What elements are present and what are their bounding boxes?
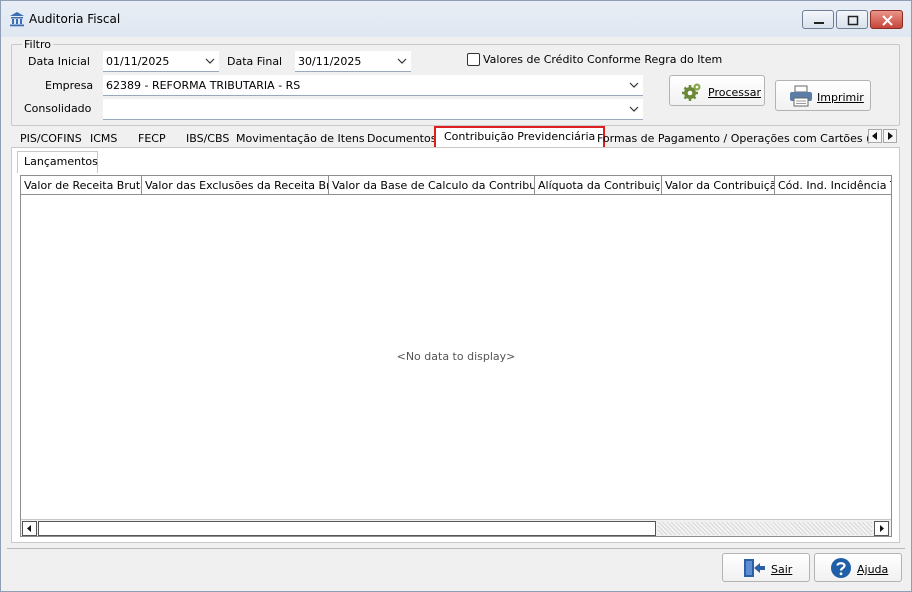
data-final-label: Data Final bbox=[227, 55, 283, 68]
subtab-lancamentos[interactable]: Lançamentos bbox=[17, 151, 98, 173]
subtab-lancamentos-label: Lançamentos bbox=[24, 155, 98, 168]
minimize-button[interactable] bbox=[802, 10, 834, 29]
tab-strip: PIS/COFINS ICMS FECP IBS/CBS Movimentaçã… bbox=[17, 126, 897, 149]
sair-button[interactable]: Sair bbox=[722, 553, 810, 582]
data-inicial-value: 01/11/2025 bbox=[106, 55, 170, 68]
tab-formas-pagamento[interactable]: Formas de Pagamento / Operações com Cart… bbox=[597, 129, 869, 149]
data-inicial-label: Data Inicial bbox=[28, 55, 90, 68]
scroll-right-button[interactable] bbox=[874, 521, 889, 536]
maximize-button[interactable] bbox=[836, 10, 868, 29]
tab-movimentacao-itens[interactable]: Movimentação de Itens bbox=[236, 129, 365, 149]
gears-icon bbox=[681, 81, 703, 106]
data-inicial-field[interactable]: 01/11/2025 bbox=[103, 51, 219, 72]
scrollbar-thumb[interactable] bbox=[38, 521, 656, 536]
chevron-down-icon[interactable] bbox=[396, 55, 408, 67]
column-header[interactable]: Alíquota da Contribuição bbox=[535, 176, 662, 194]
grid-header: Valor de Receita Bruta Valor das Exclusõ… bbox=[21, 176, 891, 195]
sair-label: Sair bbox=[771, 563, 793, 576]
tab-icms[interactable]: ICMS bbox=[90, 129, 117, 149]
tab-contribuicao-previdenciaria[interactable]: Contribuição Previdenciária bbox=[434, 126, 606, 149]
printer-icon bbox=[789, 85, 813, 110]
data-final-field[interactable]: 30/11/2025 bbox=[295, 51, 411, 72]
consolidado-select[interactable] bbox=[103, 99, 643, 120]
ajuda-button[interactable]: Ajuda bbox=[814, 553, 902, 582]
valores-credito-label: Valores de Crédito Conforme Regra do Ite… bbox=[483, 53, 723, 66]
column-header[interactable]: Valor da Contribuição bbox=[662, 176, 775, 194]
valores-credito-checkbox[interactable] bbox=[467, 53, 480, 66]
chevron-down-icon[interactable] bbox=[204, 55, 216, 67]
tab-scroll-right-button[interactable] bbox=[883, 129, 897, 143]
title-bar: Auditoria Fiscal bbox=[1, 1, 911, 37]
column-header[interactable]: Valor de Receita Bruta bbox=[21, 176, 142, 194]
no-data-message: <No data to display> bbox=[396, 350, 516, 363]
processar-button[interactable]: Processar bbox=[669, 75, 765, 106]
column-header[interactable]: Valor das Exclusões da Receita Bruta bbox=[142, 176, 329, 194]
data-grid: Valor de Receita Bruta Valor das Exclusõ… bbox=[20, 175, 892, 537]
empresa-label: Empresa bbox=[45, 79, 94, 92]
tab-scroll-left-button[interactable] bbox=[868, 129, 882, 143]
tab-fecp[interactable]: FECP bbox=[138, 129, 166, 149]
imprimir-button[interactable]: Imprimir bbox=[775, 80, 871, 111]
chevron-down-icon[interactable] bbox=[628, 103, 640, 115]
window-title: Auditoria Fiscal bbox=[29, 12, 121, 26]
close-button[interactable] bbox=[870, 10, 903, 29]
consolidado-label: Consolidado bbox=[24, 102, 92, 115]
empresa-value: 62389 - REFORMA TRIBUTARIA - RS bbox=[106, 79, 301, 92]
empresa-select[interactable]: 62389 - REFORMA TRIBUTARIA - RS bbox=[103, 75, 643, 96]
ajuda-label: Ajuda bbox=[857, 563, 889, 576]
column-header[interactable]: Valor da Base de Calculo da Contribuição bbox=[329, 176, 535, 194]
auditoria-fiscal-window: Auditoria Fiscal Filtro Data Inicial 01/… bbox=[0, 0, 912, 592]
tab-documentos[interactable]: Documentos bbox=[367, 129, 436, 149]
data-final-value: 30/11/2025 bbox=[298, 55, 362, 68]
filter-group-title: Filtro bbox=[22, 38, 53, 51]
horizontal-scrollbar[interactable] bbox=[21, 519, 891, 536]
imprimir-label: Imprimir bbox=[817, 91, 864, 104]
footer-divider bbox=[7, 548, 905, 549]
tab-ibs-cbs[interactable]: IBS/CBS bbox=[186, 129, 229, 149]
exit-door-icon bbox=[742, 557, 766, 582]
column-header[interactable]: Cód. Ind. Incidência Trib bbox=[775, 176, 891, 194]
scroll-left-button[interactable] bbox=[22, 521, 37, 536]
processar-label: Processar bbox=[708, 86, 761, 99]
building-icon bbox=[9, 11, 25, 27]
chevron-down-icon[interactable] bbox=[628, 79, 640, 91]
scrollbar-track[interactable] bbox=[658, 522, 872, 535]
tab-pis-cofins[interactable]: PIS/COFINS bbox=[20, 129, 82, 149]
help-icon bbox=[830, 557, 852, 582]
